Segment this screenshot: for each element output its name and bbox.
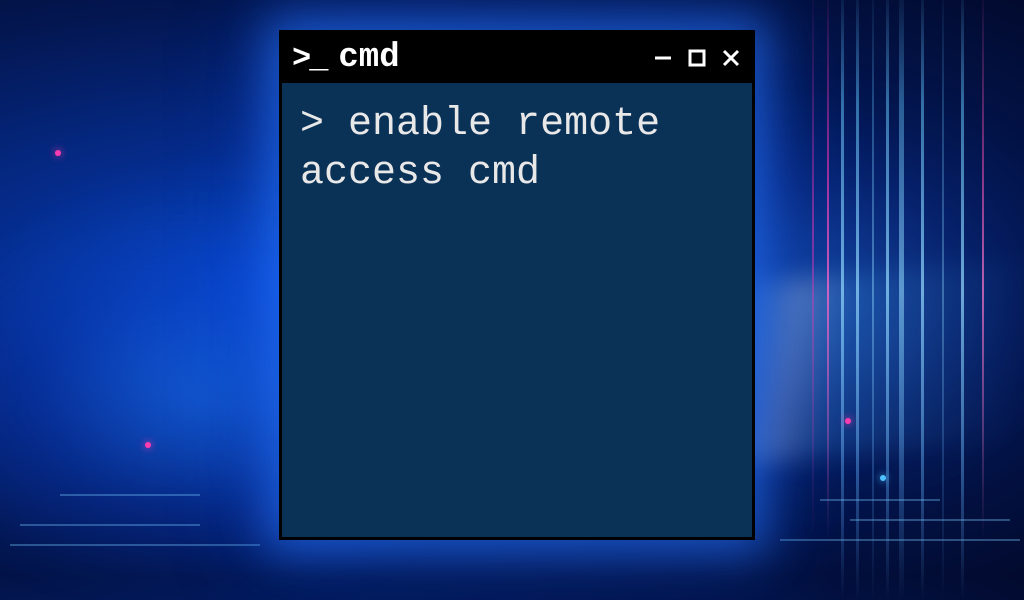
prompt-symbol: > bbox=[300, 102, 324, 147]
prompt-icon: >_ bbox=[292, 40, 326, 77]
terminal-body[interactable]: > enable remote access cmd bbox=[282, 83, 752, 217]
terminal-window: >_ cmd > enable remote access cmd bbox=[279, 30, 755, 540]
maximize-button[interactable] bbox=[686, 47, 708, 69]
close-button[interactable] bbox=[720, 47, 742, 69]
window-title: cmd bbox=[338, 39, 652, 77]
window-controls bbox=[652, 47, 742, 69]
command-text: enable remote access cmd bbox=[300, 102, 660, 196]
titlebar[interactable]: >_ cmd bbox=[282, 33, 752, 83]
minimize-button[interactable] bbox=[652, 47, 674, 69]
